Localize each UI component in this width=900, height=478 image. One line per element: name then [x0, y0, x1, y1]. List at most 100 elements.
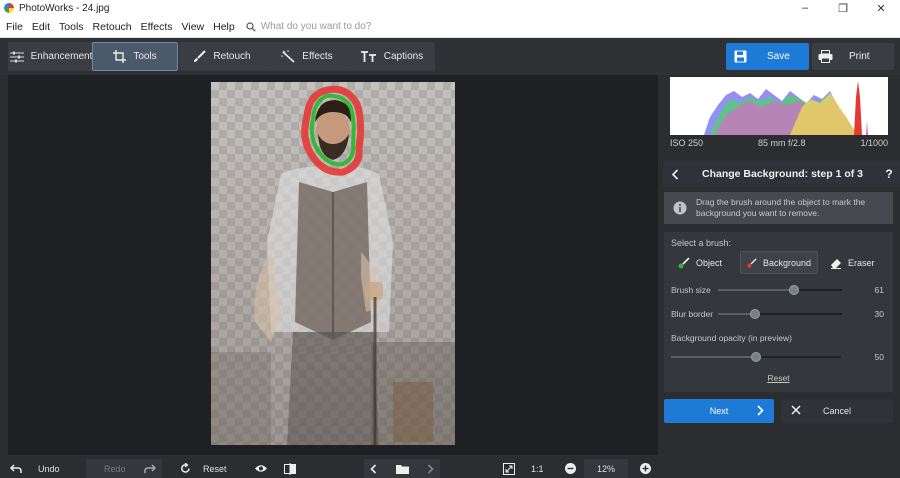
reset-view-button[interactable]: Reset — [180, 459, 240, 478]
brush-background-label: Background — [762, 257, 811, 268]
opacity-row: 50 — [671, 350, 889, 364]
fit-to-screen-button[interactable] — [503, 459, 517, 478]
next-photo-icon[interactable] — [427, 463, 434, 474]
search-placeholder: What do you want to do? — [260, 21, 372, 32]
chevron-left-icon — [671, 168, 679, 180]
opacity-label: Background opacity (in preview) — [671, 333, 792, 343]
back-button[interactable] — [663, 168, 687, 180]
tab-captions[interactable]: Captions — [349, 42, 435, 71]
fit-screen-icon — [503, 462, 515, 475]
brush-object-label: Object — [696, 257, 723, 268]
photo-canvas[interactable] — [8, 75, 658, 455]
opacity-value: 50 — [874, 352, 884, 362]
sliders-icon — [9, 51, 24, 62]
opacity-handle[interactable] — [751, 352, 761, 362]
previous-photo-icon[interactable] — [370, 463, 377, 474]
brush-size-value: 61 — [874, 285, 884, 295]
brush-size-label: Brush size — [671, 285, 711, 295]
redo-button[interactable]: Redo — [86, 459, 162, 478]
print-button[interactable]: Print — [812, 43, 894, 70]
compare-button[interactable] — [284, 459, 298, 478]
crop-icon — [113, 50, 127, 63]
next-button[interactable]: Next — [664, 399, 774, 423]
reset-view-label: Reset — [203, 463, 227, 474]
zoom-in-button[interactable] — [640, 459, 652, 478]
tab-enhancement[interactable]: Enhancement — [8, 42, 94, 71]
brush-size-fill — [718, 289, 794, 291]
zoom-out-icon — [565, 463, 576, 474]
file-navigator — [364, 459, 440, 478]
exif-iso: ISO 250 — [670, 138, 704, 148]
select-brush-label: Select a brush: — [671, 238, 732, 248]
right-panel: ISO 250 85 mm f/2.8 1/1000 Change Backgr… — [663, 75, 900, 455]
actual-size-button[interactable]: 1:1 — [531, 459, 549, 478]
eye-icon — [255, 465, 267, 472]
tab-enhancement-label: Enhancement — [30, 51, 93, 62]
blur-border-slider[interactable] — [718, 309, 842, 319]
printer-icon — [818, 50, 833, 63]
redo-label: Redo — [104, 463, 126, 474]
instruction-line-1: Drag the brush around the object to mark… — [696, 197, 866, 207]
undo-icon — [10, 463, 22, 473]
photo-preview[interactable] — [211, 82, 455, 445]
blur-border-value: 30 — [874, 309, 884, 319]
step-title: Change Background: step 1 of 3 — [701, 168, 864, 180]
menu-retouch[interactable]: Retouch — [93, 21, 132, 33]
undo-label: Undo — [38, 463, 60, 474]
brush-size-handle[interactable] — [788, 285, 799, 295]
cancel-button[interactable]: Cancel — [781, 399, 893, 423]
tab-effects[interactable]: Effects — [264, 42, 350, 71]
minimize-button[interactable]: – — [786, 0, 824, 16]
menu-edit[interactable]: Edit — [32, 21, 50, 33]
opacity-slider[interactable] — [671, 352, 841, 362]
brush-object-button[interactable]: Object — [672, 251, 728, 274]
menu-help[interactable]: Help — [213, 21, 235, 33]
opacity-fill — [671, 356, 756, 358]
menu-effects[interactable]: Effects — [141, 21, 173, 33]
histogram — [670, 77, 888, 135]
zoom-level[interactable]: 12% — [584, 459, 628, 478]
menu-search[interactable]: What do you want to do? — [246, 21, 372, 32]
zoom-in-icon — [640, 463, 651, 474]
tab-retouch[interactable]: Retouch — [179, 42, 265, 71]
brush-background-button[interactable]: Background — [740, 251, 818, 274]
magic-wand-icon — [281, 50, 295, 63]
folder-icon[interactable] — [395, 464, 409, 474]
compare-icon — [284, 462, 296, 475]
exif-lens: 85 mm f/2.8 — [757, 138, 806, 148]
maximize-button[interactable]: ❐ — [824, 0, 862, 16]
background-brush-icon — [747, 257, 757, 268]
photo-subject — [211, 82, 455, 445]
tab-retouch-label: Retouch — [213, 51, 251, 62]
menu-file[interactable]: File — [6, 21, 23, 33]
help-button[interactable]: ? — [878, 167, 900, 181]
rotate-icon — [181, 463, 190, 473]
app-window: PhotoWorks - 24.jpg – ❐ ✕ File Edit Tool… — [0, 0, 900, 478]
brush-settings: Select a brush: Object Background Eraser… — [664, 232, 893, 392]
undo-button[interactable]: Undo — [10, 459, 80, 478]
window-title: PhotoWorks - 24.jpg — [19, 2, 110, 14]
brush-size-slider[interactable] — [718, 285, 842, 295]
histogram-graph — [704, 81, 868, 135]
title-bar: PhotoWorks - 24.jpg – ❐ ✕ — [0, 0, 900, 16]
blur-border-handle[interactable] — [750, 309, 761, 319]
step-header: Change Background: step 1 of 3 ? — [663, 161, 900, 187]
menu-tools[interactable]: Tools — [59, 21, 84, 33]
brush-eraser-button[interactable]: Eraser — [824, 251, 881, 274]
save-button[interactable]: Save — [726, 43, 809, 70]
zoom-out-button[interactable] — [565, 459, 577, 478]
cancel-label: Cancel — [822, 406, 851, 416]
redo-icon — [143, 463, 156, 473]
close-button[interactable]: ✕ — [862, 0, 900, 16]
brush-size-row: Brush size 61 — [671, 283, 889, 297]
exif-shutter: 1/1000 — [860, 138, 888, 148]
menu-view[interactable]: View — [182, 21, 205, 33]
app-logo-icon — [4, 3, 14, 13]
chevron-right-icon — [757, 405, 764, 416]
window-controls: – ❐ ✕ — [786, 0, 900, 16]
preview-toggle-button[interactable] — [254, 459, 268, 478]
brush-eraser-label: Eraser — [848, 257, 875, 268]
reset-link[interactable]: Reset — [664, 373, 893, 383]
eraser-icon — [831, 258, 841, 269]
tab-tools[interactable]: Tools — [92, 42, 178, 71]
